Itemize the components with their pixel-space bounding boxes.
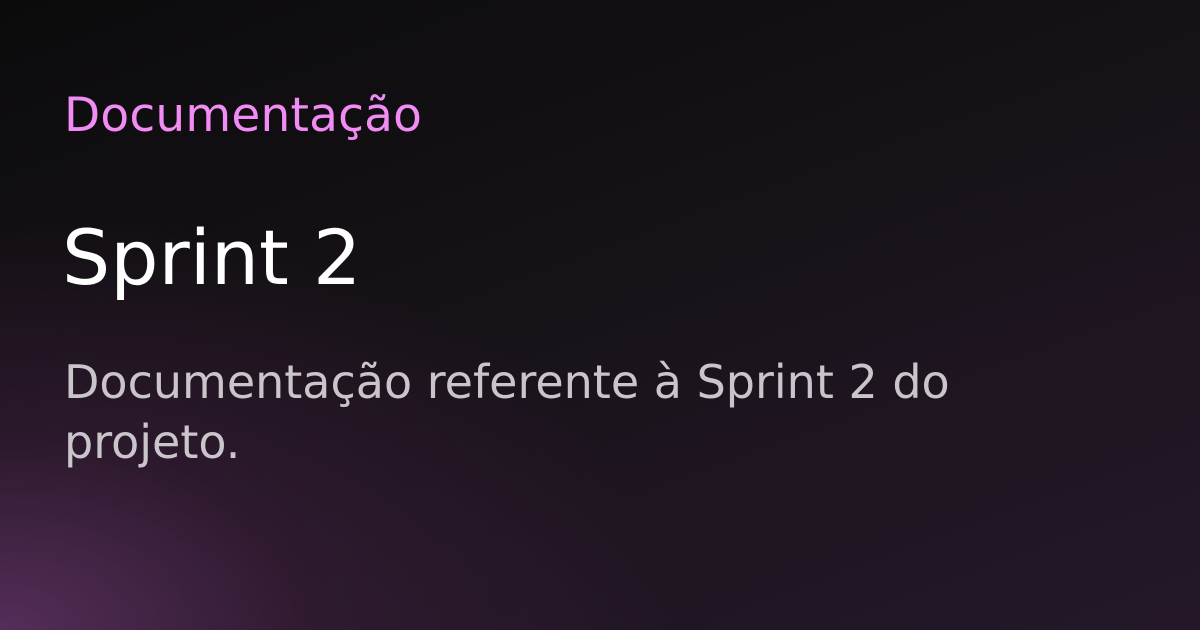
page-description: Documentação referente à Sprint 2 do pro… — [64, 355, 950, 469]
social-preview-card: Documentação Sprint 2 Documentação refer… — [0, 0, 1200, 630]
page-title: Sprint 2 — [62, 213, 362, 302]
section-label: Documentação — [64, 88, 423, 143]
